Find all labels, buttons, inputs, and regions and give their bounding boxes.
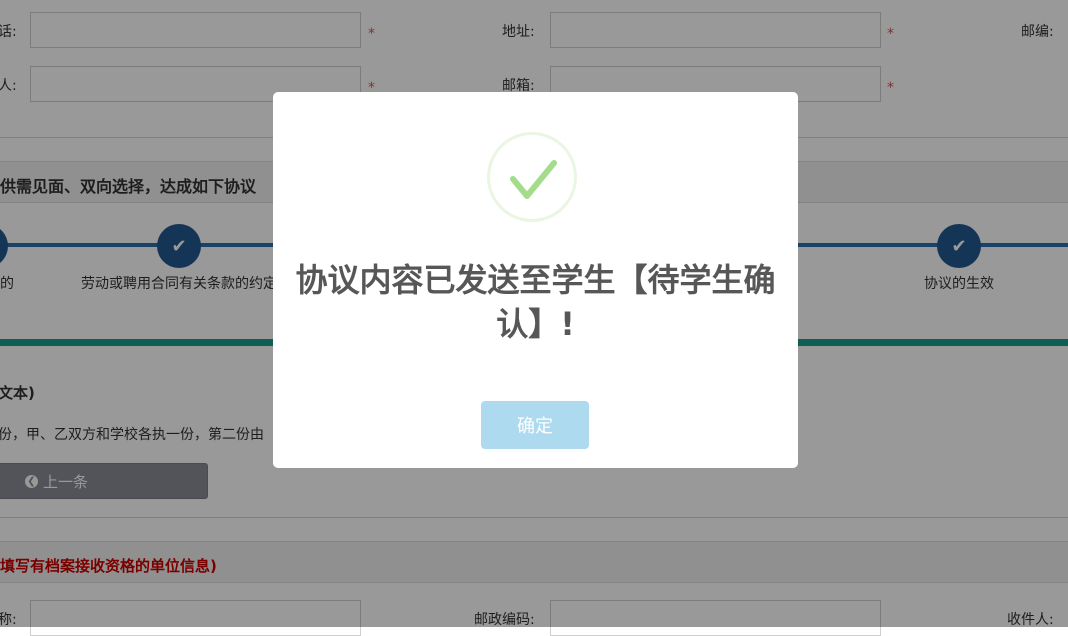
dialog-message: 协议内容已发送至学生【待学生确认】! (295, 261, 776, 343)
confirm-button[interactable]: 确定 (481, 401, 589, 449)
success-check-icon (487, 132, 577, 222)
success-dialog: 协议内容已发送至学生【待学生确认】! 确定 (273, 92, 798, 468)
